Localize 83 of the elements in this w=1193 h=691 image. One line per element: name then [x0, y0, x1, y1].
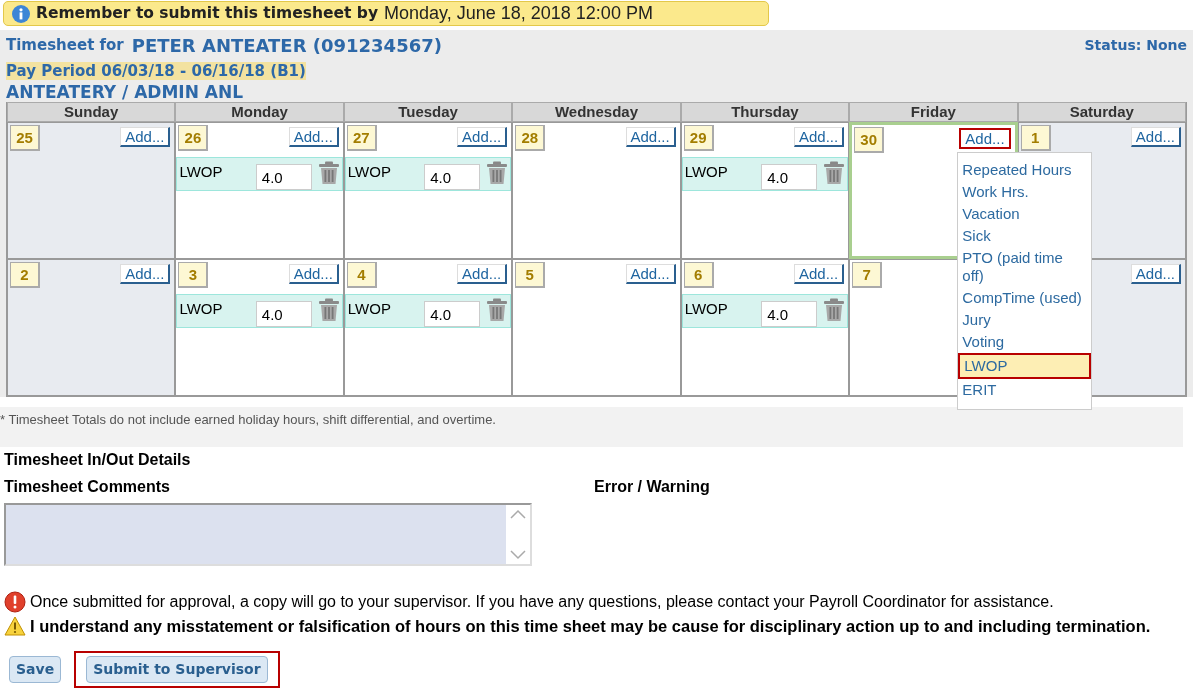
day-cell[interactable]: 29 Add... LWOP 4.0 [680, 122, 850, 259]
pay-code-label: LWOP [684, 299, 729, 319]
pay-code-label: LWOP [347, 299, 392, 319]
menu-item[interactable]: LWOP [958, 353, 1092, 379]
hours-field[interactable]: 4.0 [761, 164, 818, 190]
date-label: 28 [515, 125, 546, 151]
section-title: Timesheet In/Out Details [4, 450, 192, 470]
comments-label: Timesheet Comments [4, 477, 171, 497]
date-label: 2 [10, 262, 40, 288]
add-button[interactable]: Add... [288, 264, 339, 284]
reminder-text: Remember to submit this timesheet by [36, 2, 379, 24]
add-button[interactable]: Add... [288, 127, 339, 147]
pay-period: Pay Period 06/03/18 - 06/16/18 (B1) [6, 62, 306, 80]
warning-icon [4, 616, 26, 637]
add-button[interactable]: Add... [959, 128, 1011, 149]
day-cell[interactable]: 5 Add... [512, 259, 681, 396]
employee-name: PETER ANTEATER (091234567) [131, 34, 442, 58]
day-header: Monday [175, 102, 344, 122]
date-label: 7 [852, 262, 883, 288]
hours-field[interactable]: 4.0 [761, 301, 818, 327]
day-cell[interactable]: 3 Add... LWOP 4.0 [175, 259, 344, 396]
add-button[interactable]: Add... [793, 264, 845, 284]
add-button[interactable]: Add... [625, 264, 676, 284]
trash-icon[interactable] [317, 161, 340, 185]
add-button[interactable]: Add... [120, 264, 171, 284]
trash-icon[interactable] [486, 298, 509, 322]
day-header: Sunday [7, 102, 176, 122]
date-label: 27 [346, 125, 377, 151]
date-label: 30 [854, 127, 885, 153]
day-header: Thursday [680, 102, 850, 122]
day-cell[interactable]: 28 Add... [512, 122, 681, 259]
day-cell[interactable]: 4 Add... LWOP 4.0 [343, 259, 513, 396]
add-button[interactable]: Add... [1130, 264, 1181, 284]
day-header: Wednesday [512, 102, 681, 122]
footnote-text: * Timesheet Totals do not include earned holiday hours, shift differential, and overtime. [0, 412, 496, 427]
day-cell[interactable]: 25 Add... [7, 122, 176, 259]
message-text: Once submitted for approval, a copy will go to your supervisor. If you have any questions, please contact your Payroll Coordinator for assistance. [30, 592, 1054, 612]
day-cell[interactable]: 6 Add... LWOP 4.0 [680, 259, 850, 396]
day-header: Tuesday [343, 102, 513, 122]
message-text: I understand any misstatement or falsification of hours on this time sheet may be cause for disciplinary action up to and including termination. [30, 616, 1151, 637]
scroll-up-icon[interactable] [510, 509, 526, 519]
comments-field[interactable] [4, 503, 532, 566]
day-cell[interactable]: 2 Add... [7, 259, 176, 396]
add-button[interactable]: Add... [625, 127, 676, 147]
status-text: Status: None [1084, 36, 1187, 55]
date-label: 1 [1020, 125, 1051, 151]
add-button[interactable]: Add... [457, 127, 508, 147]
date-label: 3 [178, 262, 209, 288]
save-button[interactable]: Save [9, 655, 62, 683]
hours-field[interactable]: 4.0 [424, 301, 481, 327]
hours-field[interactable]: 4.0 [255, 164, 312, 190]
error-warning-label: Error / Warning [594, 477, 710, 497]
trash-icon[interactable] [823, 161, 846, 185]
add-button[interactable]: Add... [793, 127, 845, 147]
pay-code-label: LWOP [684, 162, 729, 182]
date-label: 26 [178, 125, 209, 151]
trash-icon[interactable] [486, 161, 509, 185]
pay-code-label: LWOP [179, 162, 224, 182]
hours-field[interactable]: 4.0 [255, 301, 312, 327]
day-cell[interactable]: 26 Add... LWOP 4.0 [175, 122, 344, 259]
trash-icon[interactable] [317, 298, 340, 322]
error-icon [4, 591, 26, 613]
scroll-down-icon[interactable] [510, 550, 526, 560]
date-label: 5 [515, 262, 546, 288]
day-header: Saturday [1017, 102, 1186, 122]
pay-code-label: LWOP [347, 162, 392, 182]
add-button[interactable]: Add... [1130, 127, 1181, 147]
trash-icon[interactable] [823, 298, 846, 322]
hours-field[interactable]: 4.0 [424, 164, 481, 190]
date-label: 6 [683, 262, 714, 288]
date-label: 25 [10, 125, 40, 151]
day-header: Friday [849, 102, 1018, 122]
date-label: 29 [683, 125, 714, 151]
add-button[interactable]: Add... [457, 264, 508, 284]
timesheet-label: Timesheet for [6, 35, 124, 57]
day-cell[interactable]: 27 Add... LWOP 4.0 [343, 122, 513, 259]
info-icon [12, 4, 30, 23]
add-button[interactable]: Add... [120, 127, 171, 147]
submit-button[interactable]: Submit to Supervisor [86, 655, 268, 683]
department-name: ANTEATERY / ADMIN ANL [6, 83, 244, 102]
date-label: 4 [346, 262, 377, 288]
deadline-text: Monday, June 18, 2018 12:00 PM [384, 2, 653, 25]
pay-code-label: LWOP [179, 299, 224, 319]
